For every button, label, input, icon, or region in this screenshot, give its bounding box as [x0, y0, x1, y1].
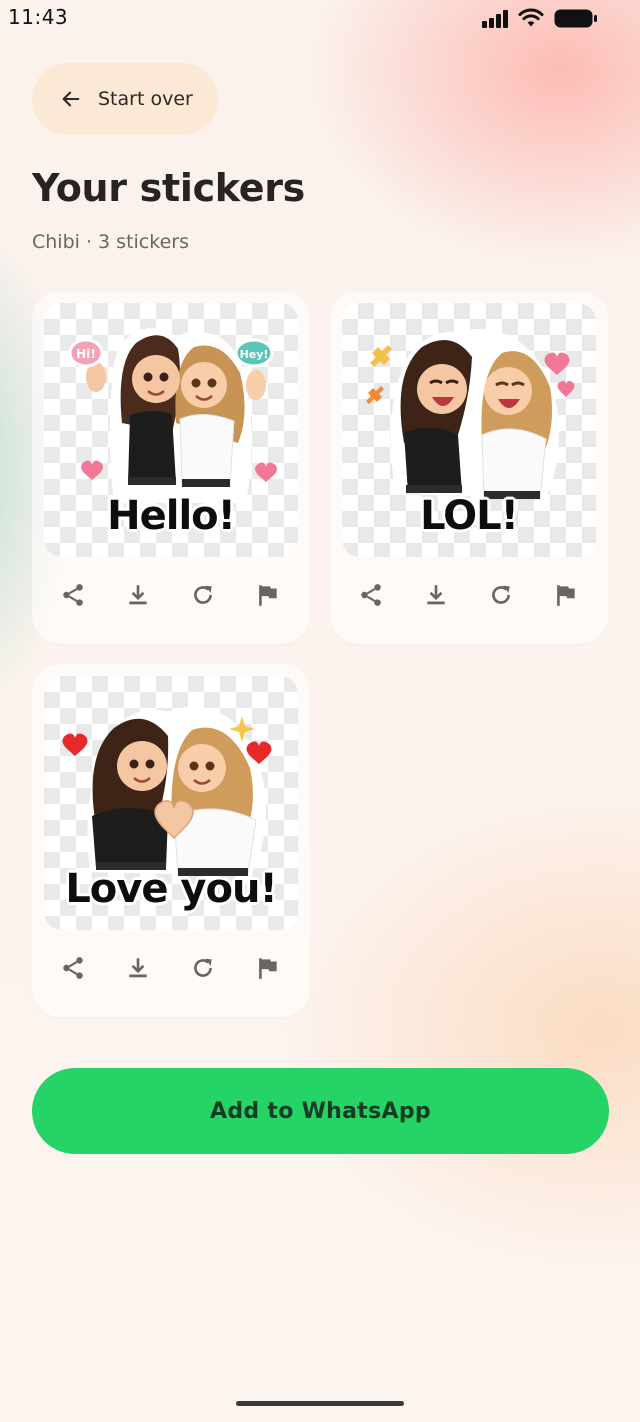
wifi-icon	[518, 8, 544, 27]
download-icon	[129, 585, 147, 605]
flag-icon	[557, 585, 575, 606]
download-icon	[129, 958, 147, 978]
sticker-caption: LOL!	[420, 493, 519, 539]
svg-text:Hi!: Hi!	[76, 347, 96, 361]
battery-icon	[554, 9, 597, 28]
flag-icon	[259, 958, 277, 979]
page-subtitle: Chibi · 3 stickers	[32, 231, 189, 253]
download-button[interactable]	[118, 948, 158, 988]
share-button[interactable]	[53, 575, 93, 615]
page-title: Your stickers	[32, 166, 305, 210]
status-time: 11:43	[8, 5, 69, 29]
download-button[interactable]	[416, 575, 456, 615]
refresh-icon	[194, 585, 212, 604]
refresh-icon	[194, 958, 212, 977]
share-button[interactable]	[351, 575, 391, 615]
status-bar: 11:43	[0, 0, 640, 36]
report-button[interactable]	[248, 575, 288, 615]
regenerate-button[interactable]	[183, 575, 223, 615]
report-button[interactable]	[546, 575, 586, 615]
sticker-image[interactable]: LOL!	[342, 303, 596, 557]
share-icon	[361, 584, 381, 606]
start-over-label: Start over	[98, 88, 193, 110]
sticker-actions	[330, 575, 608, 615]
regenerate-button[interactable]	[183, 948, 223, 988]
sticker-actions	[32, 575, 310, 615]
add-to-whatsapp-label: Add to WhatsApp	[210, 1098, 431, 1124]
start-over-button[interactable]: Start over	[32, 63, 218, 135]
regenerate-button[interactable]	[481, 575, 521, 615]
share-icon	[63, 584, 83, 606]
flag-icon	[259, 585, 277, 606]
refresh-icon	[492, 585, 510, 604]
home-indicator[interactable]	[236, 1401, 404, 1406]
share-icon	[63, 957, 83, 979]
add-to-whatsapp-button[interactable]: Add to WhatsApp	[32, 1068, 609, 1154]
sticker-card: Love you!	[32, 664, 310, 1017]
sticker-image[interactable]: Love you!	[44, 676, 298, 930]
signal-icon	[482, 10, 512, 28]
sticker-card: Hi! Hey! Hello!	[32, 291, 310, 644]
sticker-image[interactable]: Hi! Hey! Hello!	[44, 303, 298, 557]
download-icon	[427, 585, 445, 605]
svg-text:Hey!: Hey!	[240, 348, 269, 361]
sticker-caption: Hello!	[107, 493, 236, 539]
sticker-caption: Love you!	[65, 866, 277, 912]
share-button[interactable]	[53, 948, 93, 988]
report-button[interactable]	[248, 948, 288, 988]
arrow-left-icon	[62, 91, 80, 107]
sticker-actions	[32, 948, 310, 988]
download-button[interactable]	[118, 575, 158, 615]
sticker-card: LOL!	[330, 291, 608, 644]
